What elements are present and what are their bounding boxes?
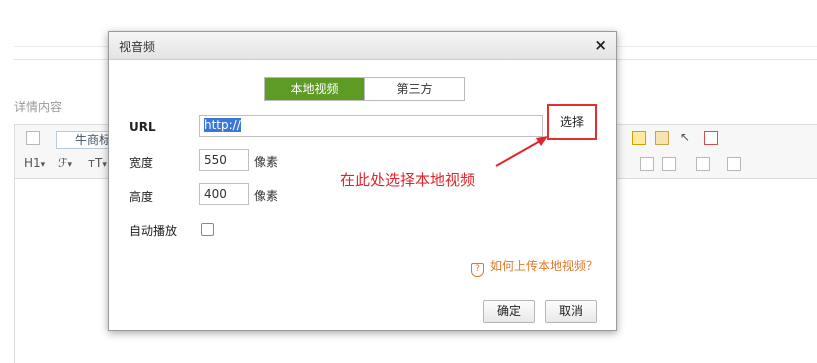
annotation-arrow (495, 136, 548, 167)
